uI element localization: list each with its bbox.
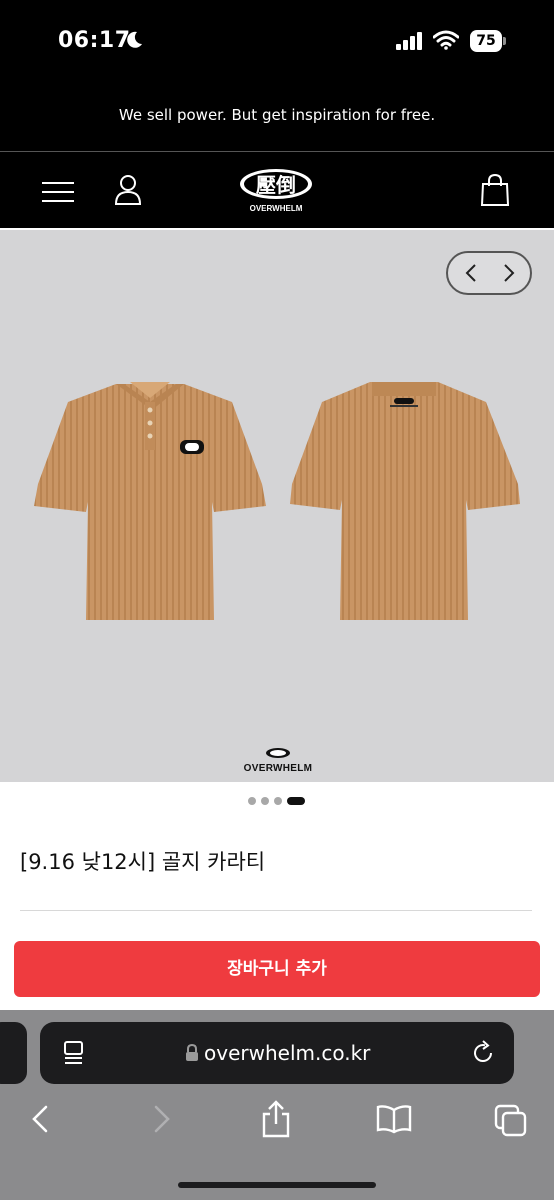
hero-brand-logo: OVERWHELM (238, 744, 318, 774)
hero-brand-text: OVERWHELM (243, 763, 313, 774)
chevron-left-icon[interactable] (462, 263, 482, 283)
address-bar[interactable]: overwhelm.co.kr (40, 1022, 514, 1084)
wifi-icon (433, 30, 459, 50)
carousel-controls (446, 251, 532, 295)
battery-indicator: 75 (470, 30, 506, 52)
url-text: overwhelm.co.kr (204, 1041, 371, 1065)
pagination-dot[interactable] (274, 797, 282, 805)
tabs-icon[interactable] (494, 1104, 528, 1138)
signal-icon (396, 32, 422, 50)
browser-toolbar: overwhelm.co.kr (0, 1010, 554, 1200)
brand-logo-mark: 壓倒 OVERWHELM (240, 169, 312, 213)
moon-icon (127, 31, 142, 48)
pagination-dot-active[interactable] (287, 797, 305, 805)
bookmarks-icon[interactable] (376, 1104, 412, 1134)
battery-tip (503, 37, 506, 45)
forward-icon[interactable] (148, 1104, 174, 1134)
add-to-cart-button[interactable]: 장바구니 추가 (14, 941, 540, 997)
divider (20, 910, 532, 911)
product-title: [9.16 낮12시] 골지 카라티 (20, 850, 266, 874)
site-header: 壓倒 OVERWHELM (0, 151, 554, 228)
promo-banner: We sell power. But get inspiration for f… (0, 90, 554, 151)
user-icon[interactable] (114, 174, 142, 206)
promo-text: We sell power. But get inspiration for f… (118, 106, 436, 124)
reader-icon[interactable] (62, 1040, 86, 1066)
chevron-right-icon[interactable] (498, 263, 518, 283)
svg-text:OVERWHELM: OVERWHELM (250, 204, 303, 213)
shopping-bag-icon[interactable] (480, 174, 510, 206)
pagination-dot[interactable] (261, 797, 269, 805)
pagination-dot[interactable] (248, 797, 256, 805)
home-indicator (178, 1182, 376, 1188)
back-icon[interactable] (28, 1104, 54, 1134)
status-time: 06:17 (58, 28, 131, 53)
hero-logo-mark (266, 748, 290, 758)
share-icon[interactable] (260, 1100, 292, 1138)
product-image-front (34, 382, 266, 620)
brand-logo[interactable]: 壓倒 OVERWHELM (236, 166, 316, 214)
previous-tab-peek[interactable] (0, 1022, 27, 1084)
menu-icon[interactable] (42, 182, 74, 202)
lock-icon (186, 1044, 198, 1061)
svg-text:壓倒: 壓倒 (256, 173, 296, 197)
product-image-carousel[interactable]: OVERWHELM (0, 230, 554, 782)
product-image-back (290, 382, 520, 620)
reload-icon[interactable] (470, 1040, 496, 1066)
status-bar: 06:17 75 (0, 0, 554, 90)
battery-level: 75 (470, 30, 502, 52)
